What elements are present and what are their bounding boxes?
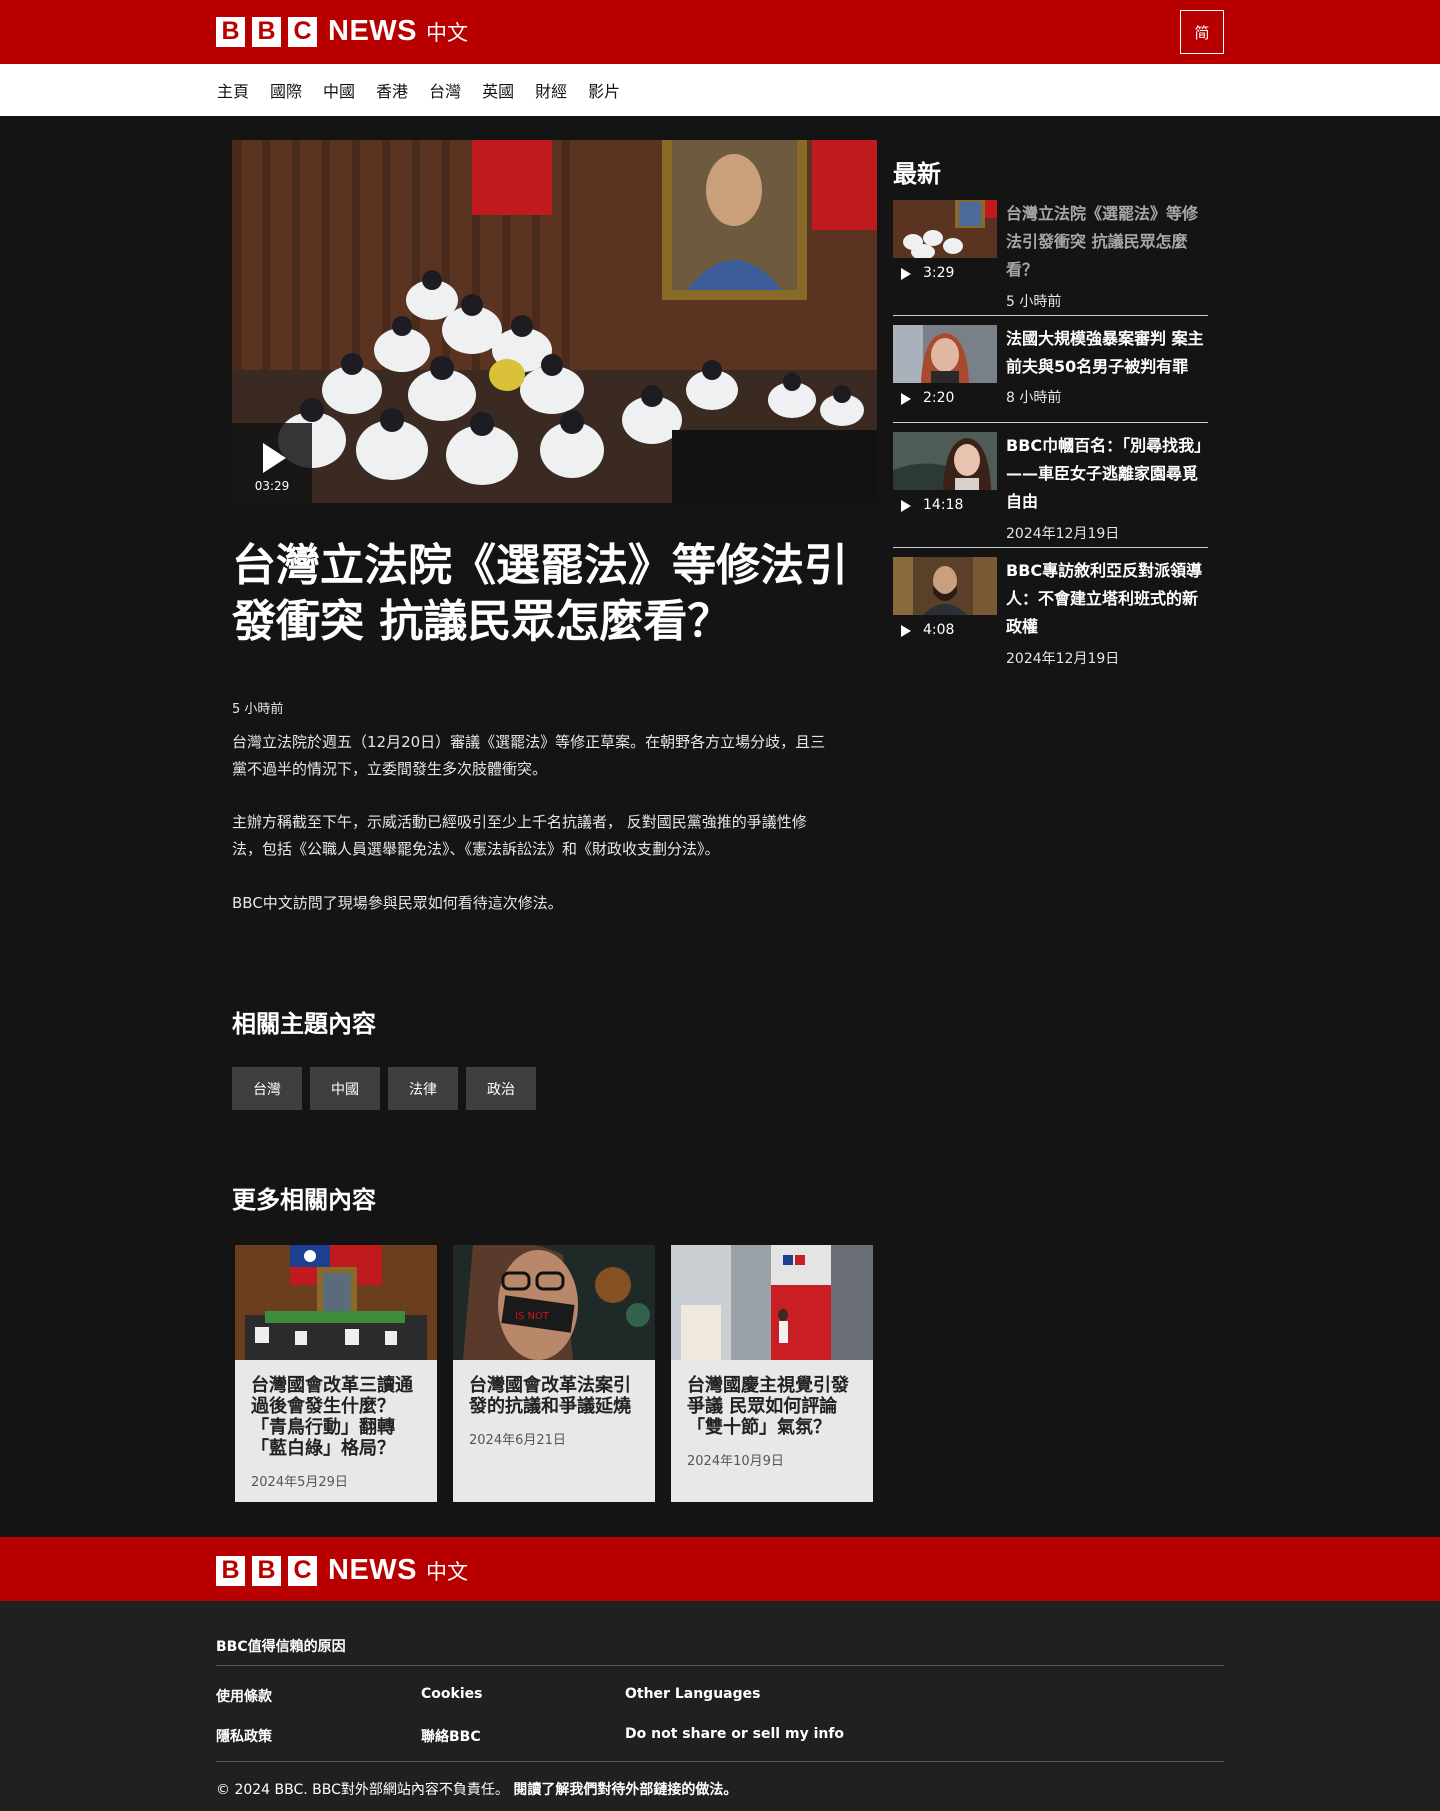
copyright-notice: © 2024 BBC. BBC對外部網站內容不負責任。 閱讀了解我們對待外部鏈接… <box>216 1779 737 1799</box>
bbc-news-logo[interactable]: B B C NEWS 中文 <box>216 15 468 48</box>
site-footer: BBC值得信賴的原因 使用條款 Cookies Other Languages … <box>0 1601 1440 1811</box>
bbc-logo-letter: C <box>288 1555 317 1586</box>
latest-item-thumbnail <box>893 200 997 258</box>
related-card-title: 台灣國會改革法案引發的抗議和爭議延燒 <box>469 1375 631 1417</box>
related-card-date: 2024年5月29日 <box>251 1475 348 1490</box>
latest-item-date: 8 小時前 <box>1006 390 1062 406</box>
latest-item-title[interactable]: 台灣立法院《選罷法》等修法引發衝突 抗議民眾怎麼看？ <box>1006 200 1206 284</box>
site-header: B B C NEWS 中文 简 <box>0 0 1440 64</box>
footer-divider <box>216 1761 1224 1762</box>
play-icon <box>901 500 913 512</box>
copyright-text: © 2024 BBC. BBC對外部網站內容不負責任。 <box>216 1782 509 1798</box>
related-card-image: IS NOT <box>453 1245 655 1360</box>
main-nav: 主頁 國際 中國 香港 台灣 英國 財經 影片 <box>0 64 1440 116</box>
latest-item-title[interactable]: BBC巾幗百名：「別尋找我」——車臣女子逃離家園尋覓自由 <box>1006 432 1206 516</box>
video-play-button[interactable]: 03:29 <box>232 423 312 503</box>
topic-tag[interactable]: 台灣 <box>232 1067 302 1110</box>
article-paragraph: BBC中文訪問了現場參與民眾如何看待這次修法。 <box>232 894 563 912</box>
language-wordmark: 中文 <box>426 1559 468 1584</box>
latest-item-date: 2024年12月19日 <box>1006 526 1120 542</box>
hero-video-still <box>232 140 877 503</box>
article-timestamp: 5 小時前 <box>232 702 284 717</box>
nav-item-home[interactable]: 主頁 <box>217 78 249 102</box>
play-icon <box>901 625 913 637</box>
bbc-logo-letter: B <box>216 1555 245 1586</box>
nav-item-business[interactable]: 財經 <box>535 78 567 102</box>
news-wordmark: NEWS <box>328 15 417 47</box>
related-card-date: 2024年10月9日 <box>687 1454 784 1469</box>
latest-item-duration: 14:18 <box>923 497 964 513</box>
latest-item[interactable]: 2:20 法國大規模強暴案審判 案主前夫與50名男子被判有罪 8 小時前 <box>893 325 1208 415</box>
nav-item-hongkong[interactable]: 香港 <box>376 78 408 102</box>
latest-divider <box>893 315 1208 316</box>
latest-item-thumbnail <box>893 432 997 490</box>
footer-link-contact[interactable]: 聯絡BBC <box>421 1726 481 1746</box>
latest-item[interactable]: 14:18 BBC巾幗百名：「別尋找我」——車臣女子逃離家園尋覓自由 2024年… <box>893 432 1208 542</box>
simplified-script-button[interactable]: 简 <box>1180 10 1224 54</box>
video-duration: 03:29 <box>254 479 290 493</box>
footer-bbc-news-logo[interactable]: B B C NEWS 中文 <box>216 1554 468 1587</box>
trust-link[interactable]: BBC值得信賴的原因 <box>216 1636 346 1656</box>
footer-link-other-languages[interactable]: Other Languages <box>625 1686 760 1702</box>
related-card-list: 台灣國會改革三讀通過後會發生什麼？「青鳥行動」翻轉「藍白綠」格局？ 2024年5… <box>235 1245 889 1502</box>
related-heading: 更多相關內容 <box>232 1186 376 1214</box>
latest-item-title[interactable]: BBC專訪敘利亞反對派領導人：不會建立塔利班式的新政權 <box>1006 557 1206 641</box>
topic-tag[interactable]: 法律 <box>388 1067 458 1110</box>
topic-tag[interactable]: 中國 <box>310 1067 380 1110</box>
footer-link-privacy[interactable]: 隱私政策 <box>216 1726 272 1746</box>
latest-item-thumbnail <box>893 557 997 615</box>
latest-item[interactable]: 4:08 BBC專訪敘利亞反對派領導人：不會建立塔利班式的新政權 2024年12… <box>893 557 1208 667</box>
external-links-policy-link[interactable]: 閱讀了解我們對待外部鏈接的做法。 <box>513 1782 737 1798</box>
latest-divider <box>893 547 1208 548</box>
topic-tag[interactable]: 政治 <box>466 1067 536 1110</box>
topic-tag-list: 台灣 中國 法律 政治 <box>232 1067 544 1110</box>
related-card-date: 2024年6月21日 <box>469 1433 566 1448</box>
latest-item-duration: 3:29 <box>923 265 955 281</box>
news-wordmark: NEWS <box>328 1554 417 1586</box>
latest-item-thumbnail <box>893 325 997 383</box>
footer-link-terms[interactable]: 使用條款 <box>216 1686 272 1706</box>
play-icon <box>263 443 286 473</box>
latest-item-duration: 2:20 <box>923 390 955 406</box>
related-card-title: 台灣國會改革三讀通過後會發生什麼？「青鳥行動」翻轉「藍白綠」格局？ <box>251 1375 413 1459</box>
topics-heading: 相關主題內容 <box>232 1010 376 1038</box>
nav-item-video[interactable]: 影片 <box>588 78 620 102</box>
related-card-image <box>235 1245 437 1360</box>
bbc-logo-letter: C <box>288 16 317 47</box>
bbc-logo-letter: B <box>216 16 245 47</box>
play-icon <box>901 268 913 280</box>
latest-item-date: 2024年12月19日 <box>1006 651 1120 667</box>
footer-link-do-not-sell[interactable]: Do not share or sell my info <box>625 1726 844 1742</box>
related-card-title: 台灣國慶主視覺引發爭議 民眾如何評論「雙十節」氣氛？ <box>687 1375 849 1438</box>
related-card-image <box>671 1245 873 1360</box>
nav-item-china[interactable]: 中國 <box>323 78 355 102</box>
related-card[interactable]: IS NOT 台灣國會改革法案引發的抗議和爭議延燒 2024年6月21日 <box>453 1245 655 1502</box>
article-headline: 台灣立法院《選罷法》等修法引發衝突 抗議民眾怎麼看？ <box>232 540 848 647</box>
latest-item-title[interactable]: 法國大規模強暴案審判 案主前夫與50名男子被判有罪 <box>1006 325 1206 381</box>
play-icon <box>901 393 913 405</box>
nav-item-world[interactable]: 國際 <box>270 78 302 102</box>
latest-item-duration: 4:08 <box>923 622 955 638</box>
latest-heading: 最新 <box>893 160 941 188</box>
svg-text:IS NOT: IS NOT <box>515 1311 550 1322</box>
nav-item-uk[interactable]: 英國 <box>482 78 514 102</box>
hero-video-player[interactable]: 03:29 <box>232 140 877 503</box>
related-card[interactable]: 台灣國慶主視覺引發爭議 民眾如何評論「雙十節」氣氛？ 2024年10月9日 <box>671 1245 873 1502</box>
nav-item-taiwan[interactable]: 台灣 <box>429 78 461 102</box>
latest-item-date: 5 小時前 <box>1006 294 1062 310</box>
bbc-logo-letter: B <box>252 1555 281 1586</box>
footer-brand-bar: B B C NEWS 中文 <box>0 1537 1440 1601</box>
latest-item[interactable]: 3:29 台灣立法院《選罷法》等修法引發衝突 抗議民眾怎麼看？ 5 小時前 <box>893 200 1208 310</box>
related-card[interactable]: 台灣國會改革三讀通過後會發生什麼？「青鳥行動」翻轉「藍白綠」格局？ 2024年5… <box>235 1245 437 1502</box>
bbc-logo-letter: B <box>252 16 281 47</box>
language-wordmark: 中文 <box>426 20 468 45</box>
latest-divider <box>893 422 1208 423</box>
article-paragraph: 台灣立法院於週五（12月20日）審議《選罷法》等修正草案。在朝野各方立場分歧，且… <box>232 733 826 778</box>
article-paragraph: 主辦方稱截至下午，示威活動已經吸引至少上千名抗議者， 反對國民黨強推的爭議性修法… <box>232 813 807 858</box>
footer-divider <box>216 1665 1224 1666</box>
footer-link-cookies[interactable]: Cookies <box>421 1686 482 1702</box>
